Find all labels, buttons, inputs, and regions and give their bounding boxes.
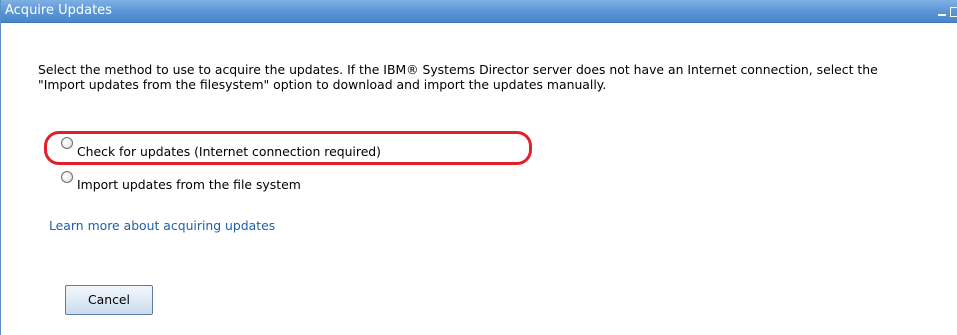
import-updates-label[interactable]: Import updates from the file system xyxy=(77,177,301,192)
title-bar: Acquire Updates xyxy=(1,0,957,23)
minimize-icon[interactable] xyxy=(937,2,947,20)
cancel-button[interactable]: Cancel xyxy=(65,285,153,315)
window-controls xyxy=(937,2,957,20)
import-updates-radio[interactable] xyxy=(61,171,73,183)
acquire-updates-panel: Acquire Updates Select the method to use… xyxy=(0,0,957,335)
maximize-icon[interactable] xyxy=(950,7,957,17)
highlight-ring xyxy=(44,131,532,165)
window-title: Acquire Updates xyxy=(5,3,112,18)
learn-more-link[interactable]: Learn more about acquiring updates xyxy=(49,218,275,233)
instructions-text: Select the method to use to acquire the … xyxy=(38,62,878,92)
option-import-updates[interactable]: Import updates from the file system xyxy=(61,171,301,192)
